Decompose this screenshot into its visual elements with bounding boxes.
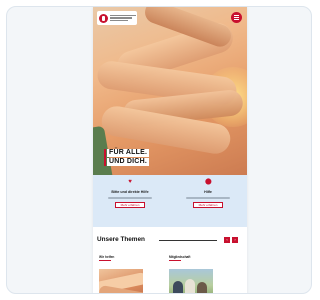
theme-tile-underline: [99, 260, 111, 261]
info-column-location: ⬤ Hilfe Mehr erfahren: [173, 179, 243, 208]
logo-mark-icon: [99, 13, 108, 23]
theme-tile-image: [99, 269, 143, 293]
themes-next-button[interactable]: ›: [232, 237, 238, 243]
theme-image-person: [173, 281, 183, 293]
menu-button[interactable]: [231, 12, 242, 23]
logo-wordmark: [110, 14, 136, 22]
info-column-title: Hilfe: [204, 190, 212, 194]
info-column-help: ♥ Bitte und direkte Hilfe Mehr erfahren: [95, 179, 165, 208]
info-column-text: [108, 197, 152, 199]
theme-image-person: [197, 282, 207, 293]
heart-icon: ♥: [128, 179, 132, 185]
hamburger-icon: [234, 17, 239, 18]
preview-card: FÜR ALLE. UND DICH. ♥ Bitte und direkte …: [6, 6, 312, 294]
hero-title-line-1: FÜR ALLE.: [107, 149, 150, 157]
theme-tile[interactable]: Wir helfen: [99, 255, 147, 293]
hero-title-accent: [104, 149, 106, 166]
themes-header: Unsere Themen ‹ ›: [97, 235, 243, 245]
theme-tile-label: Wir helfen: [99, 255, 115, 259]
themes-divider: [159, 240, 217, 241]
site-logo[interactable]: [97, 11, 137, 25]
info-more-button[interactable]: Mehr erfahren: [115, 202, 145, 208]
hero-title: FÜR ALLE. UND DICH.: [104, 149, 150, 167]
theme-tile-image: [169, 269, 213, 293]
hero-banner: FÜR ALLE. UND DICH.: [93, 7, 247, 187]
theme-tile-underline: [169, 260, 181, 261]
info-more-button[interactable]: Mehr erfahren: [193, 202, 223, 208]
theme-image-person: [185, 279, 195, 293]
mobile-page-preview: FÜR ALLE. UND DICH. ♥ Bitte und direkte …: [93, 7, 247, 293]
theme-tile[interactable]: Mitgliedschaft: [169, 255, 217, 293]
themes-heading: Unsere Themen: [97, 236, 145, 243]
hero-title-line-2: UND DICH.: [107, 158, 149, 166]
themes-prev-button[interactable]: ‹: [224, 237, 230, 243]
info-column-text: [186, 197, 230, 199]
theme-tile-label: Mitgliedschaft: [169, 255, 191, 259]
info-band: ♥ Bitte und direkte Hilfe Mehr erfahren …: [93, 175, 247, 227]
info-column-title: Bitte und direkte Hilfe: [111, 190, 149, 194]
location-pin-icon: ⬤: [205, 179, 212, 185]
